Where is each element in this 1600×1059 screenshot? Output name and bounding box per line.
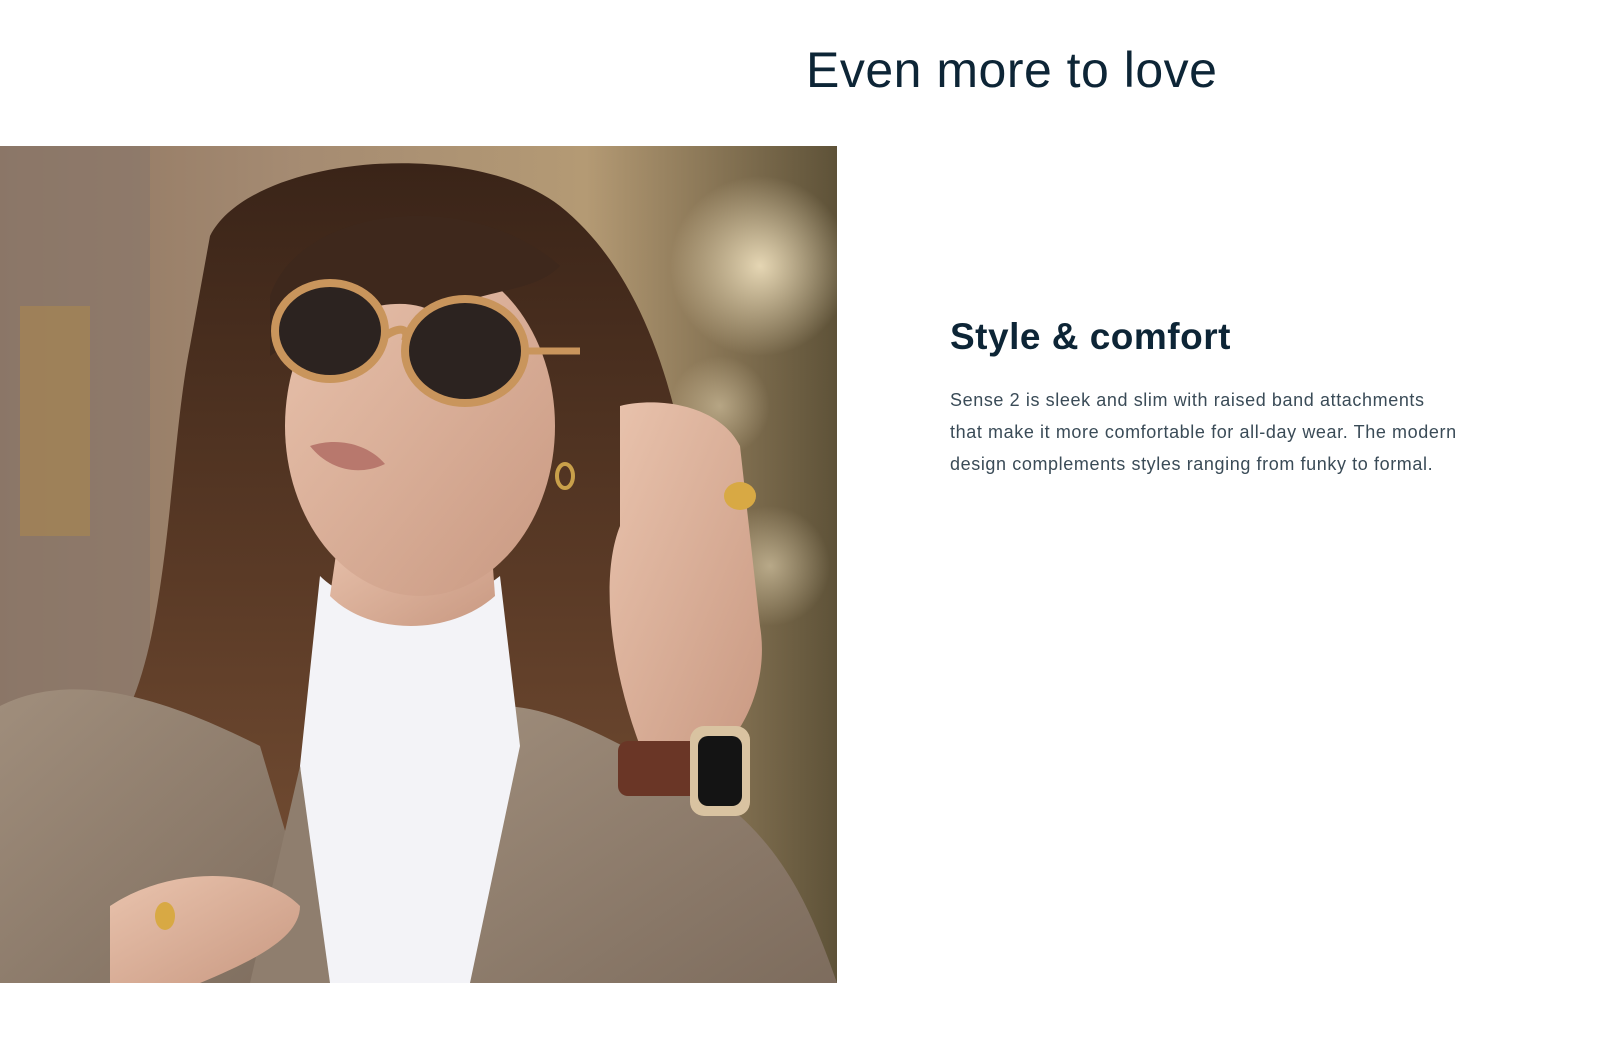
feature-content: Style & comfort Sense 2 is sleek and sli… (950, 314, 1470, 480)
lifestyle-photo-illustration (0, 146, 837, 983)
lifestyle-photo (0, 146, 837, 983)
section-title: Even more to love (806, 42, 1218, 98)
feature-description: Sense 2 is sleek and slim with raised ba… (950, 390, 1457, 474)
feature-title: Style & comfort (950, 316, 1231, 357)
